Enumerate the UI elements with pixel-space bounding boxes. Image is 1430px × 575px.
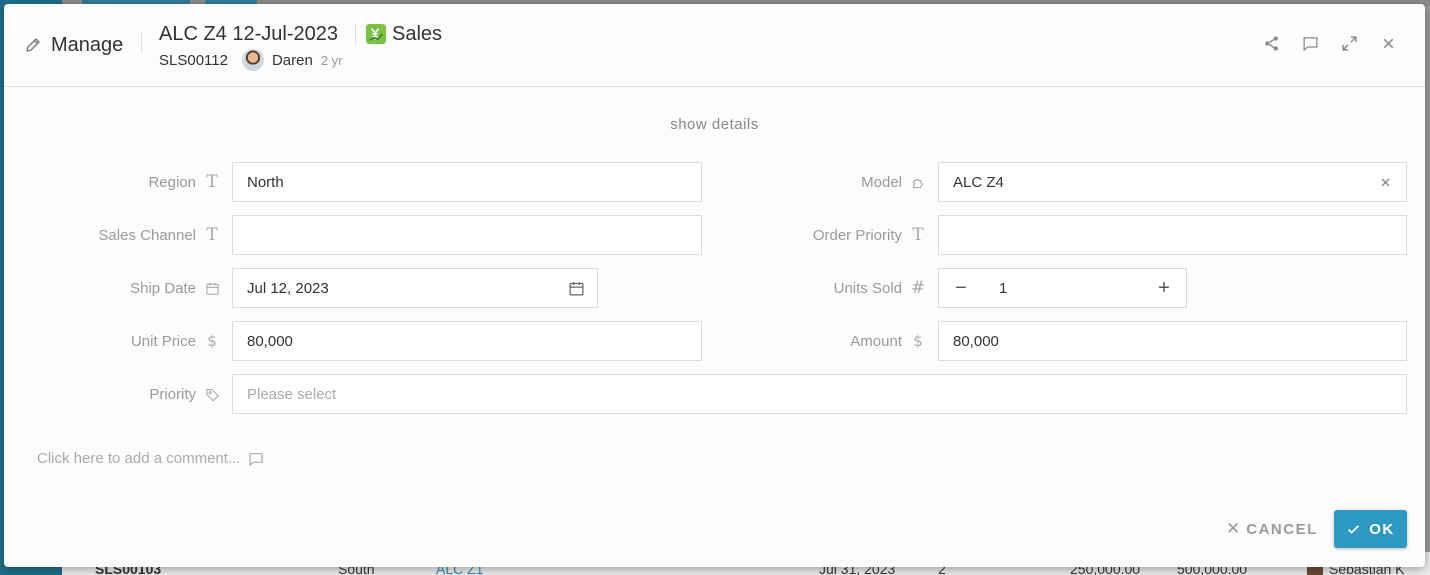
owner-name: Daren: [271, 51, 313, 69]
ship-date-value: Jul 12, 2023: [247, 279, 329, 297]
tag-icon: [204, 387, 220, 402]
add-comment-link[interactable]: Click here to add a comment...: [37, 450, 264, 467]
comment-icon[interactable]: [1302, 35, 1319, 52]
amount-value: 80,000: [953, 332, 999, 350]
sales-channel-label: Sales Channel T: [24, 215, 220, 255]
header-tools: [1263, 35, 1397, 52]
amount-input[interactable]: 80,000: [938, 321, 1407, 361]
app-link[interactable]: Sales: [365, 22, 443, 46]
dollar-icon: $: [207, 332, 217, 350]
region-input[interactable]: North: [232, 162, 702, 202]
ship-date-input[interactable]: Jul 12, 2023: [232, 268, 598, 308]
cancel-button[interactable]: ✕ CANCEL: [1226, 516, 1318, 542]
amount-label-text: Amount: [850, 332, 902, 350]
calendar-picker-icon[interactable]: [568, 280, 585, 297]
unit-price-label: Unit Price $: [24, 321, 220, 361]
text-type-icon: T: [206, 225, 218, 245]
model-label-text: Model: [861, 173, 902, 191]
record-meta: SLS00112 Daren 2 yr: [159, 48, 342, 72]
region-value: North: [247, 173, 284, 191]
divider: [141, 33, 142, 53]
dollar-icon: $: [913, 332, 923, 350]
modal-header: Manage ALC Z4 12-Jul-2023 Sales SLS00112…: [4, 4, 1425, 87]
amount-label: Amount $: [704, 321, 926, 361]
show-details-link[interactable]: show details: [4, 116, 1425, 133]
model-label: Model: [704, 162, 926, 202]
text-type-icon: T: [912, 225, 924, 245]
sales-channel-label-text: Sales Channel: [98, 226, 196, 244]
ok-label: OK: [1369, 520, 1395, 538]
divider: [355, 24, 356, 44]
sales-channel-input[interactable]: [232, 215, 702, 255]
order-priority-label: Order Priority T: [704, 215, 926, 255]
comment-placeholder: Click here to add a comment...: [37, 450, 241, 467]
order-priority-label-text: Order Priority: [812, 226, 902, 244]
model-value: ALC Z4: [953, 173, 1004, 191]
puzzle-icon: [910, 175, 926, 190]
text-type-icon: T: [206, 172, 218, 192]
hash-icon: #: [910, 278, 926, 298]
comment-icon: [249, 452, 264, 466]
record-id: SLS00112: [159, 51, 228, 69]
priority-select[interactable]: Please select: [232, 374, 1407, 414]
order-priority-input[interactable]: [938, 215, 1407, 255]
pencil-icon: [26, 38, 40, 52]
mode-indicator: Manage: [24, 33, 123, 57]
close-icon: ✕: [1226, 519, 1241, 538]
cancel-label: CANCEL: [1246, 520, 1318, 538]
region-label: Region T: [24, 162, 220, 202]
title-row: ALC Z4 12-Jul-2023 Sales: [159, 21, 442, 47]
priority-label-text: Priority: [149, 385, 196, 403]
check-icon: [1348, 524, 1360, 534]
ship-date-label: Ship Date: [24, 268, 220, 308]
record-title: ALC Z4 12-Jul-2023: [159, 22, 338, 45]
ship-date-label-text: Ship Date: [130, 279, 196, 297]
units-sold-label: Units Sold #: [704, 268, 926, 308]
expand-icon[interactable]: [1341, 35, 1358, 52]
units-sold-value: 1: [999, 279, 1008, 297]
yen-chart-icon: [365, 24, 386, 44]
close-icon[interactable]: [1380, 35, 1397, 52]
clear-icon[interactable]: [1377, 174, 1394, 191]
record-age: 2 yr: [320, 52, 343, 68]
priority-label: Priority: [24, 374, 220, 414]
record-modal: Manage ALC Z4 12-Jul-2023 Sales SLS00112…: [4, 4, 1425, 567]
mode-label: Manage: [51, 33, 124, 56]
unit-price-value: 80,000: [247, 332, 293, 350]
units-sold-label-text: Units Sold: [833, 279, 902, 297]
unit-price-input[interactable]: 80,000: [232, 321, 702, 361]
model-input[interactable]: ALC Z4: [938, 162, 1407, 202]
unit-price-label-text: Unit Price: [130, 332, 196, 350]
share-icon[interactable]: [1263, 35, 1280, 52]
app-name: Sales: [391, 22, 443, 45]
ok-button[interactable]: OK: [1334, 510, 1407, 548]
calendar-icon: [204, 281, 220, 296]
owner-avatar: [241, 49, 264, 71]
decrement-button[interactable]: −: [939, 269, 983, 307]
increment-button[interactable]: +: [1142, 269, 1186, 307]
priority-placeholder: Please select: [247, 385, 337, 403]
units-sold-stepper[interactable]: − 1 +: [938, 268, 1187, 308]
region-label-text: Region: [148, 173, 196, 191]
